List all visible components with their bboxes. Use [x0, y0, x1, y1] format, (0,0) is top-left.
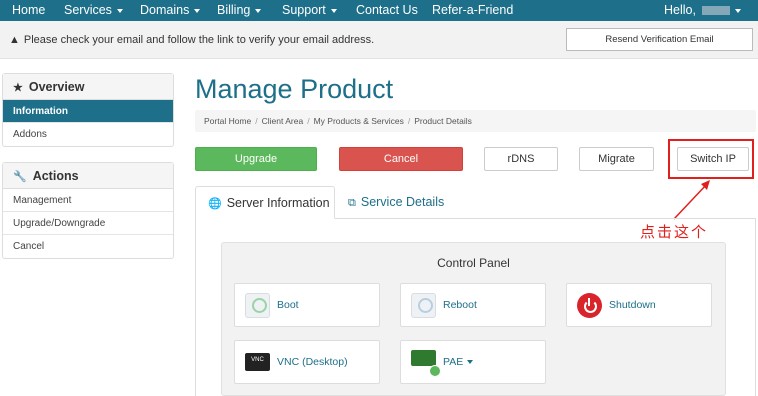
tab-service-details[interactable]: ⧉ Service Details: [336, 186, 456, 219]
shutdown-label: Shutdown: [609, 299, 656, 311]
globe-icon: 🌐: [208, 198, 222, 210]
vnc-desktop-button[interactable]: VNC VNC (Desktop): [234, 340, 380, 384]
boot-button[interactable]: Boot: [234, 283, 380, 327]
chevron-down-icon: [467, 360, 474, 365]
pae-dropdown-button[interactable]: PAE: [400, 340, 546, 384]
shutdown-button[interactable]: Shutdown: [566, 283, 712, 327]
vnc-monitor-icon: VNC: [245, 353, 270, 371]
tab-service-details-label: Service Details: [360, 195, 445, 209]
reboot-label: Reboot: [443, 299, 477, 311]
reboot-button[interactable]: Reboot: [400, 283, 546, 327]
boot-label: Boot: [277, 299, 299, 311]
tab-server-information-label: Server Information: [226, 196, 330, 210]
pae-label: PAE: [443, 356, 464, 368]
control-panel-title: Control Panel: [437, 256, 510, 270]
power-icon: [577, 293, 602, 318]
tab-server-information[interactable]: 🌐 Server Information: [195, 186, 335, 219]
boot-icon: [245, 293, 270, 318]
pae-label-wrap: PAE: [443, 356, 474, 368]
reboot-icon: [411, 293, 436, 318]
ram-icon: [411, 350, 436, 366]
tab-bar: 🌐 Server Information ⧉ Service Details: [195, 186, 756, 219]
settings-badge-icon: [429, 365, 441, 377]
cubes-icon: ⧉: [348, 197, 356, 209]
vnc-label: VNC (Desktop): [277, 356, 348, 368]
